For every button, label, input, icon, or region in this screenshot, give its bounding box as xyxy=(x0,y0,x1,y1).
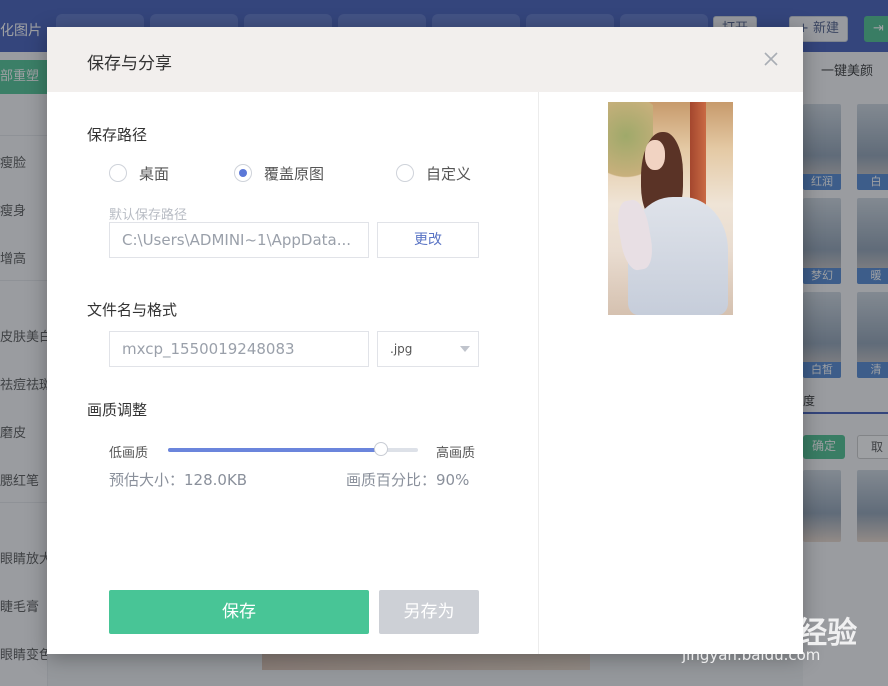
radio-circle[interactable] xyxy=(396,164,414,182)
low-quality-label: 低画质 xyxy=(109,446,149,461)
format-select[interactable]: .jpg xyxy=(377,331,479,367)
radio-circle[interactable] xyxy=(109,164,127,182)
preview-face xyxy=(645,140,665,170)
default-path-label: 默认保存路径 xyxy=(109,208,188,223)
quality-percent: 画质百分比：90% xyxy=(346,471,470,489)
section-title-save-path: 保存路径 xyxy=(87,126,148,144)
dialog-title: 保存与分享 xyxy=(87,54,172,74)
close-icon[interactable] xyxy=(761,49,781,69)
format-value: .jpg xyxy=(390,342,413,356)
save-as-button[interactable]: 另存为 xyxy=(379,590,479,634)
filename-field[interactable]: mxcp_1550019248083 xyxy=(109,331,369,367)
section-title-filename: 文件名与格式 xyxy=(87,301,178,319)
estimated-size: 预估大小：128.0KB xyxy=(109,471,248,489)
save-button[interactable]: 保存 xyxy=(109,590,369,634)
divider xyxy=(538,92,539,654)
chevron-down-icon xyxy=(460,346,470,352)
quality-slider[interactable] xyxy=(168,442,418,456)
high-quality-label: 高画质 xyxy=(436,446,476,461)
image-preview xyxy=(608,102,733,315)
radio-label: 覆盖原图 xyxy=(264,165,325,183)
radio-label: 自定义 xyxy=(426,165,472,183)
change-path-button[interactable]: 更改 xyxy=(377,222,479,258)
dialog-header: 保存与分享 xyxy=(47,27,803,92)
radio-circle-selected[interactable] xyxy=(234,164,252,182)
quality-slider-handle[interactable] xyxy=(373,442,388,456)
section-title-quality: 画质调整 xyxy=(87,401,148,419)
watermark-url: jingyan.baidu.com xyxy=(682,646,821,664)
quality-slider-fill xyxy=(168,448,381,452)
save-share-dialog: 保存与分享 保存路径 桌面 覆盖原图 自定义 默认保存路径 C:\Users\A… xyxy=(47,27,803,654)
save-path-field[interactable]: C:\Users\ADMINI~1\AppData... xyxy=(109,222,369,258)
radio-label: 桌面 xyxy=(139,165,170,183)
